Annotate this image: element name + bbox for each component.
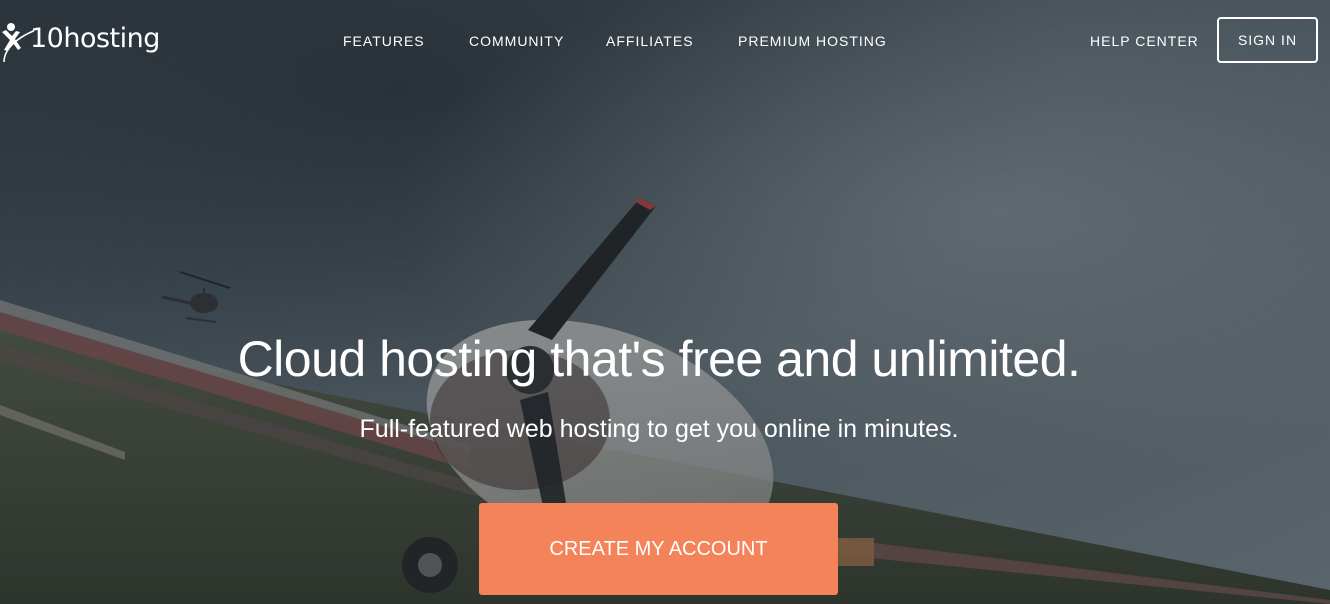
sign-in-button[interactable]: SIGN IN (1217, 17, 1318, 63)
top-navigation-bar: 10hosting FEATURES COMMUNITY AFFILIATES … (0, 0, 1330, 82)
nav-item-features[interactable]: FEATURES (343, 31, 425, 51)
help-center-link[interactable]: HELP CENTER (1090, 31, 1199, 51)
person-swoosh-logo-icon (2, 23, 34, 63)
brand-name: 10hosting (30, 23, 160, 54)
create-account-button[interactable]: CREATE MY ACCOUNT (479, 503, 838, 595)
nav-item-community[interactable]: COMMUNITY (469, 31, 564, 51)
brand-logo[interactable]: 10hosting (0, 18, 160, 64)
hero-section: 10hosting FEATURES COMMUNITY AFFILIATES … (0, 0, 1330, 604)
nav-item-affiliates[interactable]: AFFILIATES (606, 31, 694, 51)
hero-headline: Cloud hosting that's free and unlimited. (237, 331, 1081, 387)
hero-subheadline: Full-featured web hosting to get you onl… (359, 415, 959, 443)
nav-item-premium-hosting[interactable]: PREMIUM HOSTING (738, 31, 887, 51)
